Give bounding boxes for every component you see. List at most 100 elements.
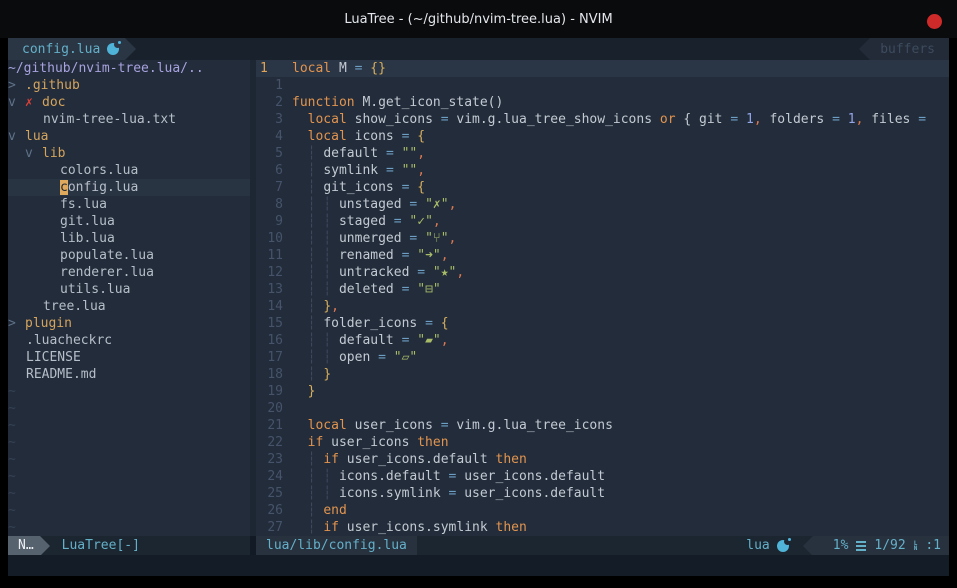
code-line[interactable]: 4 local icons = { — [256, 128, 949, 145]
git-dirty-icon: ✗ — [25, 94, 42, 111]
lines-icon — [856, 541, 866, 551]
tree-item-label: doc — [42, 94, 65, 111]
code-line[interactable]: 18 ┆ } — [256, 366, 949, 383]
code-line[interactable]: 6 ┆ symlink = "", — [256, 162, 949, 179]
line-number: 20 — [256, 400, 283, 417]
code-line-text: ┆ ┆ open = "▱" — [283, 349, 417, 366]
code-line[interactable]: 25 ┆ ┆ icons.symlink = user_icons.defaul… — [256, 485, 949, 502]
line-number: 25 — [256, 485, 283, 502]
tilde: ~ — [8, 468, 16, 485]
line-number: 27 — [256, 519, 283, 536]
code-line[interactable]: 13 ┆ ┆ deleted = "⊟" — [256, 281, 949, 298]
code-line-text: ┆ default = "", — [283, 145, 425, 162]
powerline-arrow-icon — [125, 38, 136, 60]
code-line[interactable]: 23 ┆ if user_icons.default then — [256, 451, 949, 468]
tilde: ~ — [8, 451, 16, 468]
chevron-down-icon[interactable]: v — [8, 94, 25, 111]
line-number: 24 — [256, 468, 283, 485]
code-line[interactable]: 5 ┆ default = "", — [256, 145, 949, 162]
code-line[interactable]: 16 ┆ ┆ default = "▰", — [256, 332, 949, 349]
code-line-text: ┆ ┆ icons.default = user_icons.default — [283, 468, 605, 485]
code-line[interactable]: 2function M.get_icon_state() — [256, 94, 949, 111]
code-line-text: ┆ if user_icons.default then — [283, 451, 527, 468]
line-number: 7 — [256, 179, 283, 196]
tree-root[interactable]: ~/github/nvim-tree.lua/.. — [8, 60, 250, 77]
code-line-text: ┆ ┆ staged = "✓", — [283, 213, 441, 230]
tree-item[interactable]: vlib — [8, 145, 250, 162]
tree-item-label: lua — [25, 128, 48, 145]
tilde: ~ — [8, 434, 16, 451]
tree-item-label: plugin — [25, 315, 72, 332]
tree-item[interactable]: nvim-tree-lua.txt — [8, 111, 250, 128]
code-line-text: if user_icons then — [283, 434, 449, 451]
tree-item[interactable]: fs.lua — [8, 196, 250, 213]
code-line-text: } — [283, 383, 315, 400]
line-number: 16 — [256, 332, 283, 349]
code-line[interactable]: 22 if user_icons then — [256, 434, 949, 451]
tree-item[interactable]: config.lua — [8, 179, 250, 196]
tree-item[interactable]: vlua — [8, 128, 250, 145]
chevron-down-icon[interactable]: v — [8, 128, 25, 145]
tabline-buffers[interactable]: buffers — [870, 38, 949, 60]
line-number: 11 — [256, 247, 283, 264]
code-line[interactable]: 21 local user_icons = vim.g.lua_tree_ico… — [256, 417, 949, 434]
file-tree: ~/github/nvim-tree.lua/..>.githubv✗docnv… — [8, 60, 250, 536]
tilde: ~ — [8, 400, 16, 417]
code-line-text: ┆ ┆ default = "▰", — [283, 332, 449, 349]
tree-item[interactable]: colors.lua — [8, 162, 250, 179]
code-line[interactable]: 26 ┆ end — [256, 502, 949, 519]
app-window: LuaTree - (~/github/nvim-tree.lua) - NVI… — [0, 0, 957, 588]
chevron-left-icon — [803, 536, 813, 556]
line-number: 17 — [256, 349, 283, 366]
tabline: config.lua buffers — [8, 38, 949, 60]
tree-item[interactable]: .luacheckrc — [8, 332, 250, 349]
line-number: 26 — [256, 502, 283, 519]
code-line[interactable]: 27 ┆ if user_icons.symlink then — [256, 519, 949, 536]
line-number: 21 — [256, 417, 283, 434]
code-line-text: ┆ end — [283, 502, 347, 519]
commandline[interactable] — [8, 555, 949, 576]
tree-item[interactable]: lib.lua — [8, 230, 250, 247]
code-line[interactable]: 12 ┆ ┆ untracked = "★", — [256, 264, 949, 281]
tree-item-label: tree.lua — [43, 298, 106, 315]
code-line-text: local M = {} — [283, 60, 386, 77]
tab-config-lua[interactable]: config.lua — [8, 38, 125, 60]
tree-item[interactable]: LICENSE — [8, 349, 250, 366]
tree-filler-row: ~ — [8, 383, 250, 400]
code-line[interactable]: 1local M = {} — [256, 60, 949, 77]
code-line-text: ┆ ┆ deleted = "⊟" — [283, 281, 441, 298]
code-line[interactable]: 11 ┆ ┆ renamed = "➜", — [256, 247, 949, 264]
code-line[interactable]: 8 ┆ ┆ unstaged = "✗", — [256, 196, 949, 213]
code-line[interactable]: 10 ┆ ┆ unmerged = "⑂", — [256, 230, 949, 247]
code-line[interactable]: 15 ┆ folder_icons = { — [256, 315, 949, 332]
tree-filler-row: ~ — [8, 502, 250, 519]
code-line[interactable]: 17 ┆ ┆ open = "▱" — [256, 349, 949, 366]
code-line[interactable]: 20 — [256, 400, 949, 417]
tree-filler-row: ~ — [8, 400, 250, 417]
chevron-down-icon[interactable]: v — [25, 145, 42, 162]
tree-item-label: lib — [42, 145, 65, 162]
code-line[interactable]: 1 — [256, 77, 949, 94]
close-button[interactable] — [927, 14, 942, 29]
code-line[interactable]: 19 } — [256, 383, 949, 400]
tree-item[interactable]: README.md — [8, 366, 250, 383]
chevron-right-icon[interactable]: > — [8, 315, 25, 332]
code-line[interactable]: 9 ┆ ┆ staged = "✓", — [256, 213, 949, 230]
tree-item[interactable]: renderer.lua — [8, 264, 250, 281]
code-line[interactable]: 7 ┆ git_icons = { — [256, 179, 949, 196]
tree-item[interactable]: tree.lua — [8, 298, 250, 315]
tree-item[interactable]: v✗doc — [8, 94, 250, 111]
tree-item[interactable]: git.lua — [8, 213, 250, 230]
tree-item[interactable]: utils.lua — [8, 281, 250, 298]
tree-item[interactable]: >.github — [8, 77, 250, 94]
statusline: N… LuaTree[-] lua/lib/config.lua lua 1% … — [8, 536, 949, 555]
tree-item[interactable]: populate.lua — [8, 247, 250, 264]
chevron-left-icon — [859, 38, 870, 60]
line-number: 22 — [256, 434, 283, 451]
code-line-text: ┆ } — [283, 366, 331, 383]
code-line[interactable]: 14 ┆ }, — [256, 298, 949, 315]
code-line[interactable]: 3 local show_icons = vim.g.lua_tree_show… — [256, 111, 949, 128]
code-line[interactable]: 24 ┆ ┆ icons.default = user_icons.defaul… — [256, 468, 949, 485]
chevron-right-icon[interactable]: > — [8, 77, 25, 94]
tree-item[interactable]: >plugin — [8, 315, 250, 332]
